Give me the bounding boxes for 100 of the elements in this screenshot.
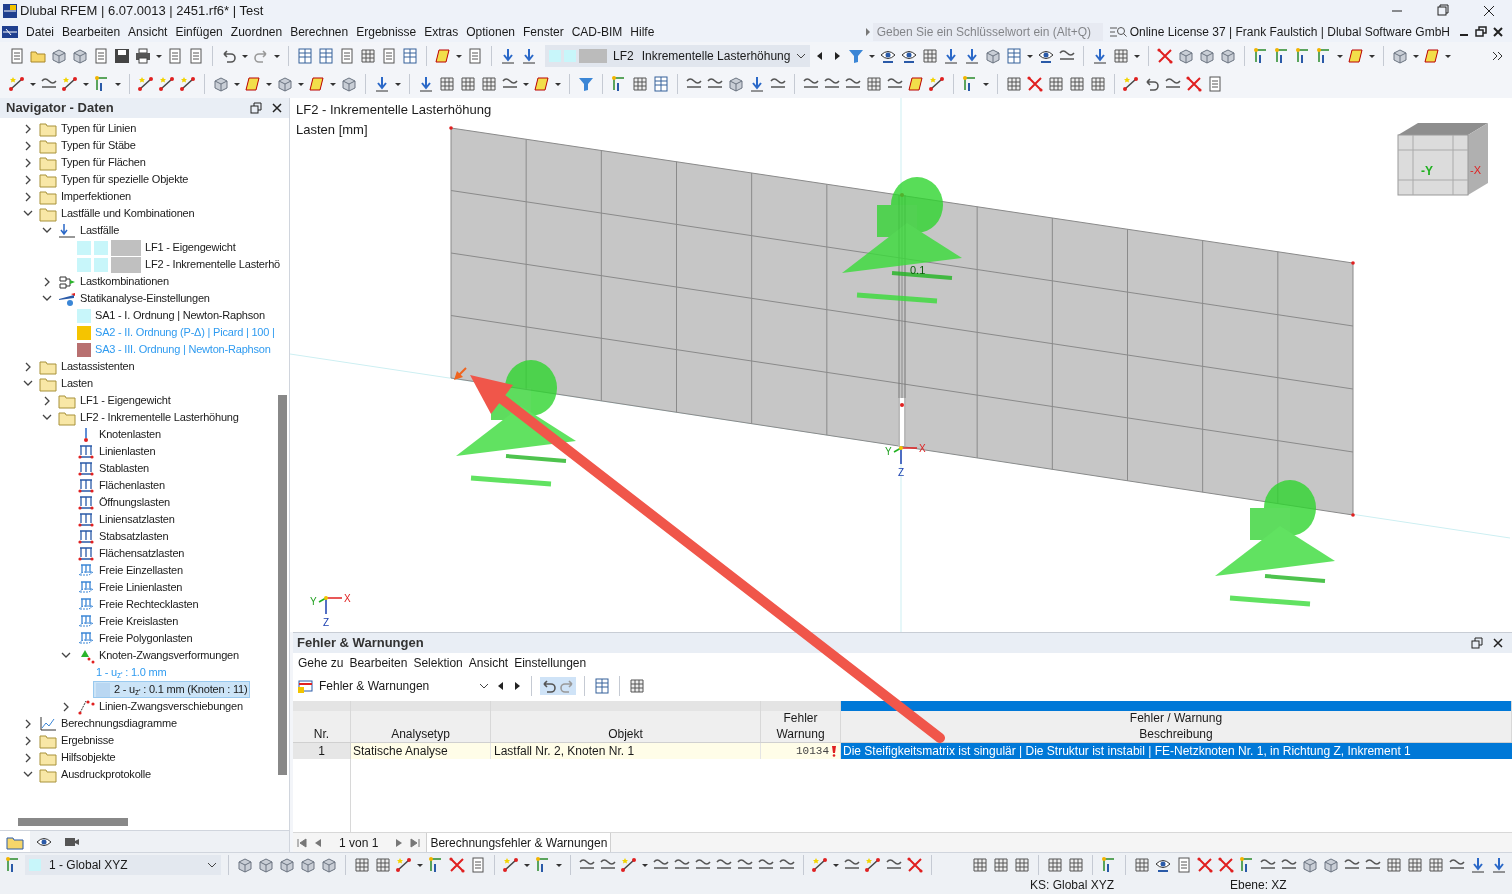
view-cube-drawing[interactable] — [1397, 123, 1488, 196]
plane-icon[interactable] — [434, 47, 452, 65]
restore-icon[interactable] — [249, 101, 263, 115]
tree-item[interactable]: Typen für Linien — [36, 120, 140, 137]
arrow-down-icon[interactable] — [499, 47, 517, 65]
plane-icon[interactable] — [1347, 47, 1365, 65]
cross-icon[interactable] — [906, 855, 924, 874]
cross-icon[interactable] — [448, 855, 466, 874]
tree-item[interactable]: Statikanalyse-Einstellungen — [55, 290, 213, 307]
column-header[interactable]: Fehler / Warnung Beschreibung — [841, 711, 1512, 742]
node-icon[interactable] — [811, 855, 829, 874]
tree-item[interactable]: Lastkombinationen — [55, 273, 172, 290]
arrow-down-icon[interactable] — [1490, 855, 1508, 874]
tree-item[interactable]: Lastassistenten — [36, 358, 138, 375]
plane-icon[interactable] — [308, 75, 326, 93]
table-icon[interactable] — [296, 47, 314, 65]
tree-item[interactable]: Knotenlasten — [74, 426, 164, 443]
tree-item[interactable]: Ergebnisse — [36, 732, 118, 749]
printer-icon[interactable] — [134, 47, 152, 65]
tree-item[interactable]: Flächensatzlasten — [74, 545, 188, 562]
grid-icon[interactable] — [1067, 855, 1085, 874]
grid-icon[interactable] — [359, 47, 377, 65]
last-page-icon[interactable] — [410, 837, 421, 848]
tree-item[interactable]: Freie Linienlasten — [74, 579, 186, 596]
cross-icon[interactable] — [1185, 75, 1203, 93]
tree-item[interactable]: 2 - u$_{z'}$ : 0.1 mm (Knoten : 11) — [93, 681, 251, 698]
grid-icon[interactable] — [1133, 855, 1151, 874]
cube-icon[interactable] — [1219, 47, 1237, 65]
grid-icon[interactable] — [992, 855, 1010, 874]
cube-icon[interactable] — [1198, 47, 1216, 65]
scrollbar-thumb[interactable] — [278, 395, 287, 775]
arrow-down-icon[interactable] — [1469, 855, 1487, 874]
menu-item[interactable]: Einstellungen — [511, 654, 590, 672]
table-cell[interactable]: Die Steifigkeitsmatrix ist singulär | Die Struktur ist instabil | FE-Netzknoten Nr. 1, in Richtung Z, Inkrement 1 — [841, 743, 1512, 759]
node-icon[interactable] — [179, 75, 197, 93]
restore-icon[interactable] — [1470, 636, 1484, 650]
menu-item[interactable]: Fenster — [519, 23, 568, 41]
grid-icon[interactable] — [353, 855, 371, 874]
cube-icon[interactable] — [50, 47, 68, 65]
save-icon[interactable] — [113, 47, 131, 65]
menu-item[interactable]: Ansicht — [124, 23, 172, 41]
grid-icon[interactable] — [1406, 855, 1424, 874]
tree-item[interactable]: Typen für Stäbe — [36, 137, 139, 154]
overflow-icon[interactable] — [1492, 49, 1504, 63]
node-icon[interactable] — [1122, 75, 1140, 93]
grid-icon[interactable] — [1089, 75, 1107, 93]
node-icon[interactable] — [158, 75, 176, 93]
grid-icon[interactable] — [1068, 75, 1086, 93]
tree-item[interactable]: SA1 - I. Ordnung | Newton-Raphson — [74, 307, 268, 324]
node-icon[interactable] — [928, 75, 946, 93]
menu-item[interactable]: Bearbeiten — [58, 23, 125, 41]
arrow-down-icon[interactable] — [417, 75, 435, 93]
document-menu-icon[interactable] — [2, 25, 18, 39]
chevron-down-icon[interactable] — [479, 681, 489, 691]
tree-item[interactable]: Lasten — [36, 375, 96, 392]
column-header[interactable]: Analysetyp — [351, 711, 491, 742]
grid-icon[interactable] — [1046, 855, 1064, 874]
load-case-dropdown[interactable]: LF2 Inkrementelle Lasterhöhung — [545, 45, 810, 67]
grid-icon[interactable] — [971, 855, 989, 874]
search-field[interactable]: Geben Sie ein Schlüsselwort ein (Alt+Q) — [872, 23, 1103, 41]
tree-item[interactable]: Typen für spezielle Objekte — [36, 171, 192, 188]
tree-item[interactable]: LF2 - Inkrementelle Lasterhöhung — [55, 409, 242, 426]
cross-icon[interactable] — [1156, 47, 1174, 65]
plane-icon[interactable] — [244, 75, 262, 93]
tree-item[interactable]: Linienlasten — [74, 443, 159, 460]
grid-icon[interactable] — [628, 677, 646, 695]
arrow-down-icon[interactable] — [748, 75, 766, 93]
node-icon[interactable] — [395, 855, 413, 874]
menu-item[interactable]: Optionen — [462, 23, 519, 41]
cube-icon[interactable] — [984, 47, 1002, 65]
grid-icon[interactable] — [480, 75, 498, 93]
arrow-down-icon[interactable] — [1091, 47, 1109, 65]
menu-item[interactable]: Ergebnisse — [352, 23, 421, 41]
tree-item[interactable]: Linien-Zwangsverschiebungen — [74, 698, 246, 715]
tree-item[interactable]: Imperfektionen — [36, 188, 134, 205]
scrollbar-thumb[interactable] — [18, 818, 128, 826]
3d-viewport[interactable]: 0.1 Y X Z Y X Z -Y -X LF2 - Inkrementelle Lasterhöhung Lasten [mm] — [290, 98, 1512, 632]
data-tab[interactable] — [0, 830, 30, 853]
close-icon[interactable] — [1492, 637, 1504, 649]
menu-item[interactable]: Ansicht — [465, 654, 512, 672]
undo-icon[interactable] — [540, 677, 558, 695]
tree-item[interactable]: Flächenlasten — [74, 477, 168, 494]
column-header[interactable]: Objekt — [491, 711, 761, 742]
node-icon[interactable] — [61, 75, 79, 93]
arrow-down-icon[interactable] — [373, 75, 391, 93]
grid-icon[interactable] — [1112, 47, 1130, 65]
menu-item[interactable]: Datei — [22, 23, 58, 41]
tree-item[interactable]: Hilfsobjekte — [36, 749, 119, 766]
grid-icon[interactable] — [1013, 855, 1031, 874]
first-page-icon[interactable] — [297, 837, 307, 848]
table-icon[interactable] — [317, 47, 335, 65]
tree-item[interactable]: Stablasten — [74, 460, 152, 477]
grid-icon[interactable] — [1427, 855, 1445, 874]
tree-item[interactable]: LF1 - Eigengewicht — [74, 239, 239, 256]
grid-icon[interactable] — [865, 75, 883, 93]
tree-item[interactable]: Lastfälle und Kombinationen — [36, 205, 198, 222]
sheet-tab[interactable]: Berechnungsfehler & Warnungen — [426, 832, 612, 853]
plane-icon[interactable] — [1423, 47, 1441, 65]
arrow-down-icon[interactable] — [520, 47, 538, 65]
table-icon[interactable] — [652, 75, 670, 93]
